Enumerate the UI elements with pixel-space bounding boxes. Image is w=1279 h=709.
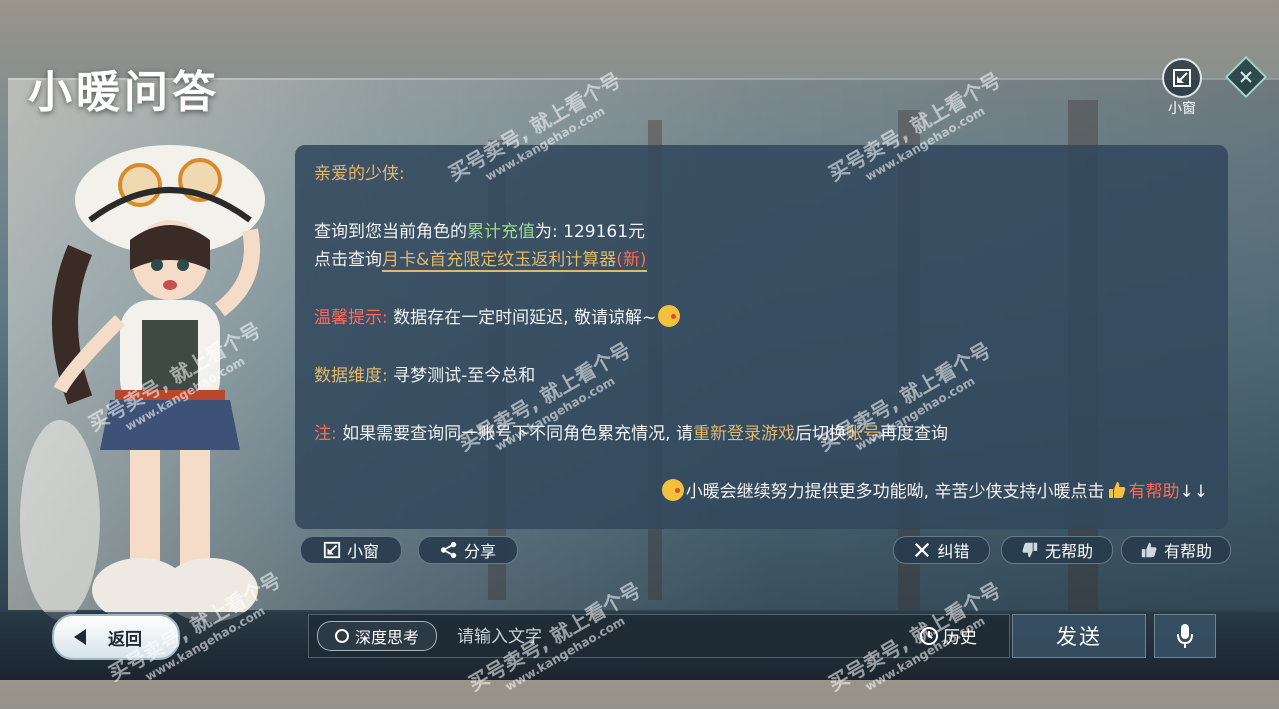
tip-text: 数据存在一定时间延迟, 敬请谅解~ xyxy=(387,308,657,328)
history-button[interactable]: 历史 xyxy=(919,623,977,648)
thumbs-up-icon xyxy=(1141,542,1157,558)
correct-button[interactable]: 纠错 xyxy=(893,536,990,564)
helpful-button[interactable]: 有帮助 xyxy=(1121,536,1231,564)
send-button[interactable]: 发送 xyxy=(1012,614,1146,658)
radio-icon xyxy=(334,629,349,643)
dimension-line: 数据维度: 寻梦测试-至今总和 xyxy=(314,361,535,386)
history-clock-icon xyxy=(920,626,938,645)
note-label: 注: xyxy=(314,424,337,444)
close-diamond-button[interactable] xyxy=(1224,55,1268,99)
microphone-button[interactable] xyxy=(1154,614,1216,658)
recharge-prefix: 查询到您当前角色的 xyxy=(314,222,467,242)
chat-input[interactable] xyxy=(455,623,899,651)
note-account: 账号 xyxy=(845,424,880,444)
note-line: 注: 如果需要查询同一账号下不同角色累充情况, 请重新登录游戏后切换账号再度查询 xyxy=(314,419,948,444)
history-label: 历史 xyxy=(943,628,977,648)
calculator-link[interactable]: 月卡&首充限定纹玉返利计算器(新) xyxy=(382,250,647,272)
thumbs-up-icon xyxy=(1108,482,1125,498)
recharge-suffix: 为: 129161元 xyxy=(535,222,646,242)
dimension-text: 寻梦测试-至今总和 xyxy=(387,366,536,386)
mini-window-top-button[interactable]: 小窗 xyxy=(1162,58,1202,118)
back-label: 返回 xyxy=(108,629,142,650)
note-text-1: 如果需要查询同一账号下不同角色累充情况, 请 xyxy=(336,424,693,444)
not-helpful-button[interactable]: 无帮助 xyxy=(1001,536,1113,564)
greeting: 亲爱的少侠: xyxy=(314,164,405,184)
mini-window-top-label: 小窗 xyxy=(1168,101,1196,117)
tip-label: 温馨提示: xyxy=(314,308,388,328)
mini-window-button[interactable]: 小窗 xyxy=(300,536,402,564)
share-button[interactable]: 分享 xyxy=(418,536,518,564)
share-label: 分享 xyxy=(463,542,496,561)
helpful-label: 有帮助 xyxy=(1163,542,1212,561)
not-helpful-label: 无帮助 xyxy=(1044,542,1093,561)
thumbs-down-icon xyxy=(1022,542,1038,558)
deep-think-toggle[interactable]: 深度思考 xyxy=(317,621,437,651)
calculator-prefix: 点击查询 xyxy=(314,250,382,270)
back-arrow-icon xyxy=(74,629,86,645)
wink-emoji-icon xyxy=(658,305,681,327)
microphone-icon xyxy=(1177,624,1193,648)
mini-window-icon xyxy=(1162,58,1202,98)
footer-text: 小暖会继续努力提供更多功能呦, 辛苦少侠支持小暖点击 xyxy=(685,482,1105,502)
calculator-new-tag: (新) xyxy=(616,250,647,270)
note-text-2: 后切换 xyxy=(794,424,846,444)
input-area: 深度思考 历史 xyxy=(308,614,1010,658)
correct-label: 纠错 xyxy=(937,542,970,561)
character-illustration xyxy=(20,145,265,622)
calculator-line: 点击查询月卡&首充限定纹玉返利计算器(新) xyxy=(314,245,647,272)
note-text-3: 再度查询 xyxy=(879,424,948,444)
send-label: 发送 xyxy=(1056,625,1102,649)
calculator-link-text: 月卡&首充限定纹玉返利计算器 xyxy=(382,250,617,270)
back-button[interactable]: 返回 xyxy=(52,614,180,660)
answer-panel: 亲爱的少侠: 查询到您当前角色的累计充值为: 129161元 点击查询月卡&首充… xyxy=(295,145,1228,529)
recharge-line: 查询到您当前角色的累计充值为: 129161元 xyxy=(314,217,645,242)
footer-arrows: ↓↓ xyxy=(1179,482,1209,502)
close-x-icon xyxy=(915,542,930,558)
dimension-label: 数据维度: xyxy=(314,366,388,386)
close-icon xyxy=(1224,55,1268,99)
app-title: 小暖问答 xyxy=(28,67,220,118)
tip-line: 温馨提示: 数据存在一定时间延迟, 敬请谅解~ xyxy=(314,303,682,328)
mini-window-label: 小窗 xyxy=(346,542,379,561)
deep-think-label: 深度思考 xyxy=(354,628,419,647)
wink-emoji-icon xyxy=(661,479,684,501)
footer-line: 小暖会继续努力提供更多功能呦, 辛苦少侠支持小暖点击 有帮助↓↓ xyxy=(660,477,1208,502)
share-icon xyxy=(440,541,457,559)
note-relogin: 重新登录游戏 xyxy=(692,424,795,444)
footer-helpful: 有帮助 xyxy=(1128,482,1180,502)
mini-window-icon xyxy=(323,541,341,559)
recharge-term: 累计充值 xyxy=(467,222,535,242)
